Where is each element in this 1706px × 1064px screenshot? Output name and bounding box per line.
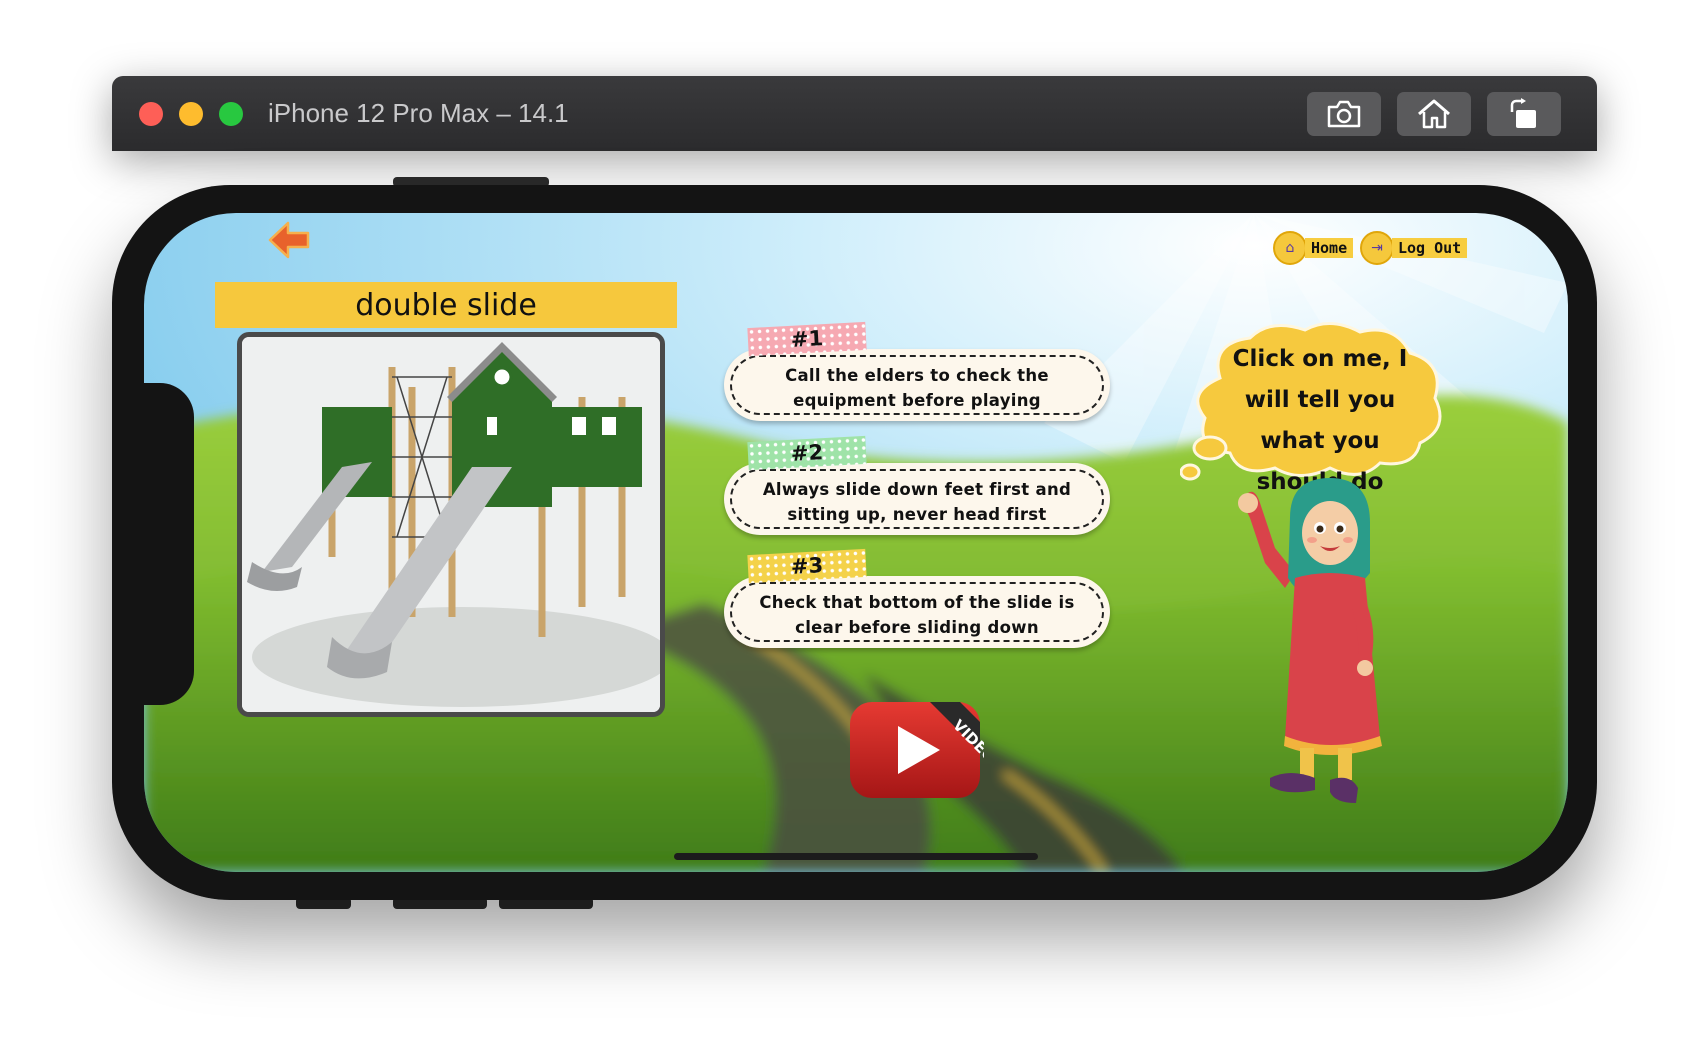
home-icon bbox=[1418, 99, 1450, 129]
nav-logout-label: Log Out bbox=[1392, 238, 1468, 258]
equipment-image bbox=[237, 332, 665, 717]
guide-character[interactable] bbox=[1230, 478, 1400, 813]
equipment-title: double slide bbox=[215, 282, 677, 328]
nav-logout-button[interactable]: ⇥ Log Out bbox=[1360, 231, 1468, 265]
play-video-button[interactable]: VIDEO bbox=[848, 698, 999, 802]
zoom-window-button[interactable] bbox=[219, 102, 243, 126]
minimize-window-button[interactable] bbox=[179, 102, 203, 126]
screenshot-icon bbox=[1327, 100, 1361, 128]
tip-card-3: #3 Check that bottom of the slide is cle… bbox=[724, 548, 1110, 648]
phone-notch bbox=[144, 383, 194, 705]
rotate-icon bbox=[1510, 98, 1536, 128]
tip-text-1: Call the elders to check the equipment b… bbox=[785, 366, 1049, 410]
screenshot-button[interactable] bbox=[1307, 92, 1381, 136]
close-window-button[interactable] bbox=[139, 102, 163, 126]
nav-home-label: Home bbox=[1305, 238, 1354, 258]
double-slide-illustration bbox=[242, 337, 660, 712]
window-title: iPhone 12 Pro Max – 14.1 bbox=[268, 98, 569, 128]
tip-card-2: #2 Always slide down feet first and sitt… bbox=[724, 435, 1110, 535]
home-button[interactable] bbox=[1397, 92, 1471, 136]
simulator-titlebar: iPhone 12 Pro Max – 14.1 bbox=[112, 76, 1597, 151]
video-play-icon: VIDEO bbox=[850, 702, 999, 798]
back-arrow-icon bbox=[268, 221, 310, 259]
tip-card-1: #1 Call the elders to check the equipmen… bbox=[724, 321, 1110, 421]
tip-text-2: Always slide down feet first and sitting… bbox=[762, 480, 1072, 524]
girl-character-illustration bbox=[1238, 478, 1382, 803]
rotate-button[interactable] bbox=[1487, 92, 1561, 136]
nav-home-button[interactable]: ⌂ Home bbox=[1273, 231, 1354, 265]
home-indicator[interactable] bbox=[674, 853, 1038, 860]
back-button[interactable] bbox=[268, 220, 312, 260]
home-badge-icon: ⌂ bbox=[1273, 231, 1307, 265]
tip-text-3: Check that bottom of the slide is clear … bbox=[759, 593, 1075, 637]
logout-door-icon: ⇥ bbox=[1360, 231, 1394, 265]
